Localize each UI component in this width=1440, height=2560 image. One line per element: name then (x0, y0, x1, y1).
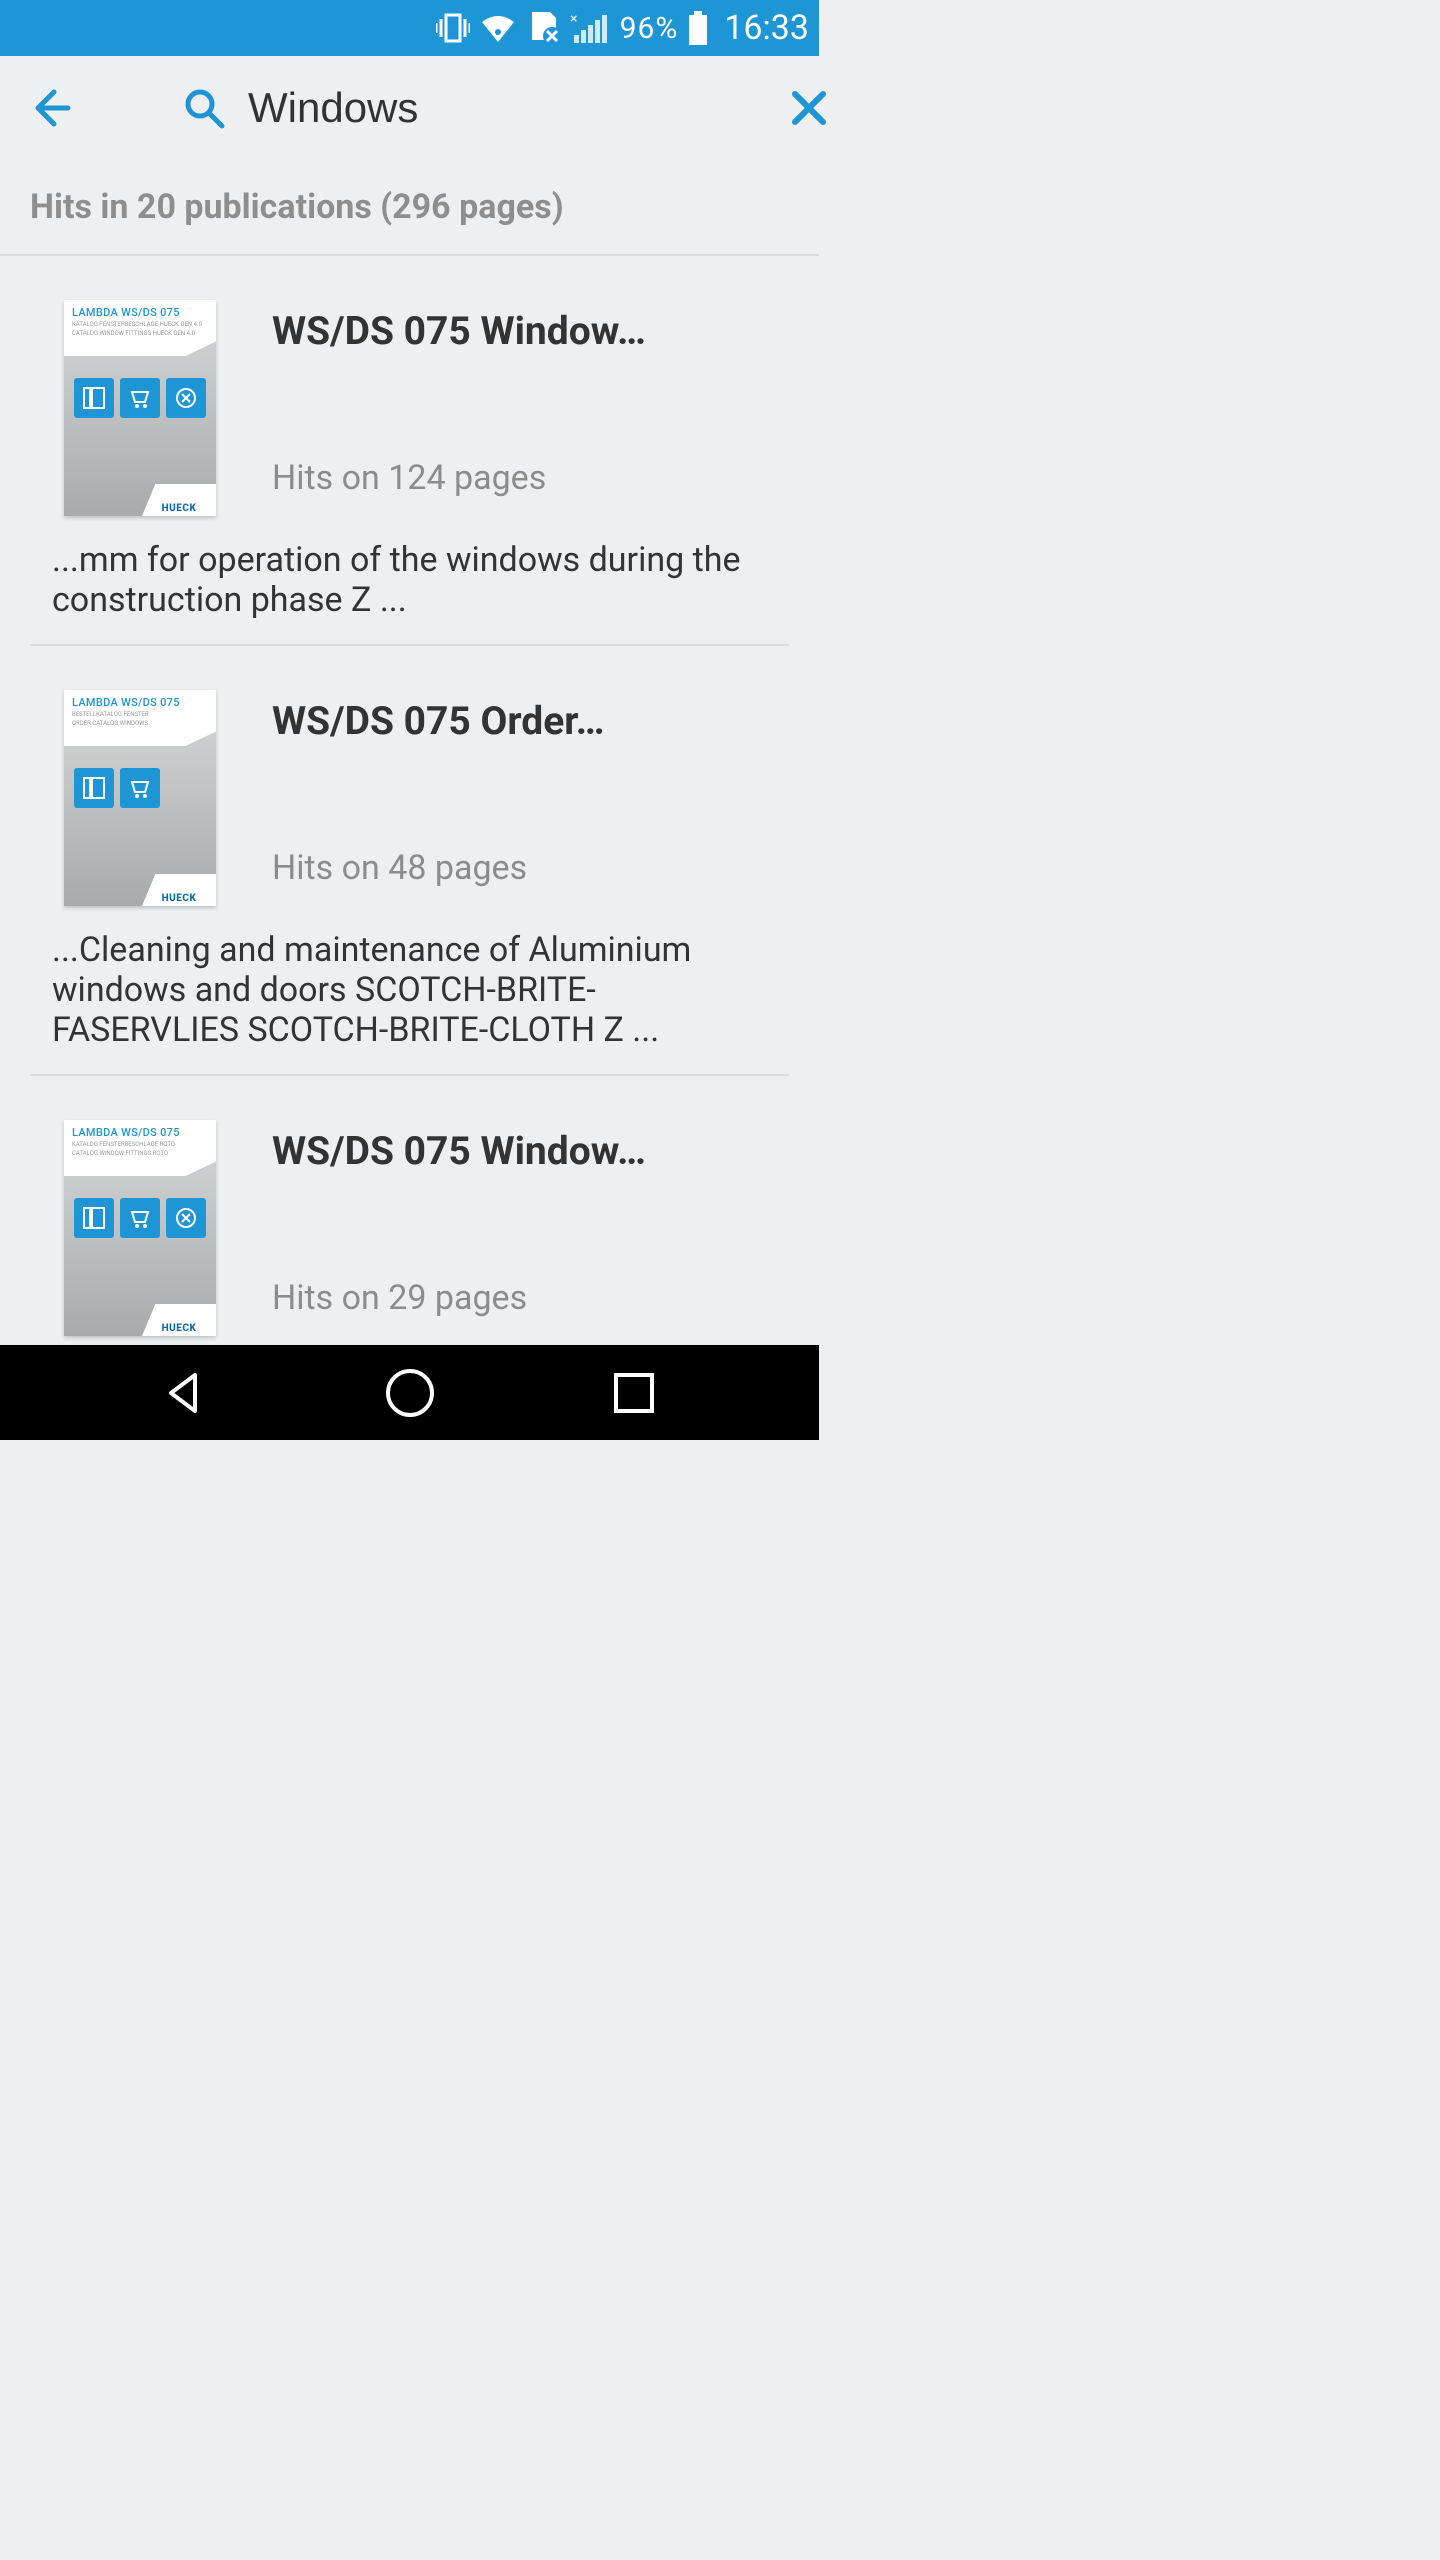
result-thumbnail: LAMBDA WS/DS 075 KATALOG FENSTERBESCHLÄG… (64, 300, 216, 516)
thumb-fitting-icon (166, 378, 206, 418)
thumb-subtitle: ORDER CATALOG WINDOWS (72, 720, 208, 727)
thumb-cart-icon (120, 768, 160, 808)
hits-summary: Hits in 20 publications (296 pages) (0, 160, 819, 256)
thumb-window-icon (74, 1198, 114, 1238)
thumb-subtitle: BESTELLKATALOG FENSTER (72, 711, 208, 718)
result-hits: Hits on 124 pages (272, 458, 789, 498)
back-button[interactable] (28, 80, 72, 136)
status-bar: × 96% 16:33 (0, 0, 819, 56)
results-list[interactable]: LAMBDA WS/DS 075 KATALOG FENSTERBESCHLÄG… (0, 256, 819, 1345)
result-title: WS/DS 075 Window… (272, 308, 789, 354)
thumb-window-icon (74, 378, 114, 418)
result-item[interactable]: LAMBDA WS/DS 075 KATALOG FENSTERBESCHLÄG… (0, 1076, 819, 1336)
vibrate-icon (436, 13, 470, 43)
thumb-window-icon (74, 768, 114, 808)
battery-icon (688, 11, 708, 45)
thumb-cart-icon (120, 378, 160, 418)
nav-back-button[interactable] (145, 1353, 225, 1433)
svg-text:×: × (570, 13, 577, 27)
thumb-title: LAMBDA WS/DS 075 (72, 696, 208, 709)
thumb-subtitle: KATALOG FENSTERBESCHLÄGE ROTO (72, 1141, 208, 1148)
brand-label: HUECK (162, 1323, 197, 1334)
result-item[interactable]: LAMBDA WS/DS 075 KATALOG FENSTERBESCHLÄG… (0, 256, 819, 644)
nav-home-button[interactable] (370, 1353, 450, 1433)
result-item[interactable]: LAMBDA WS/DS 075 BESTELLKATALOG FENSTER … (0, 646, 819, 1074)
result-title: WS/DS 075 Order… (272, 698, 789, 744)
status-time: 16:33 (724, 8, 809, 48)
battery-percent: 96% (620, 11, 679, 46)
thumb-cart-icon (120, 1198, 160, 1238)
result-hits: Hits on 29 pages (272, 1278, 789, 1318)
nav-recent-button[interactable] (594, 1353, 674, 1433)
wifi-icon (480, 14, 516, 42)
result-snippet: ...mm for operation of the windows durin… (30, 540, 789, 620)
search-input[interactable] (226, 84, 789, 132)
result-snippet: ...Cleaning and maintenance of Aluminium… (30, 930, 789, 1050)
thumb-subtitle: CATALOG WINDOW FITTINGS ROTO (72, 1150, 208, 1157)
thumb-title: LAMBDA WS/DS 075 (72, 306, 208, 319)
result-title: WS/DS 075 Window… (272, 1128, 789, 1174)
result-thumbnail: LAMBDA WS/DS 075 KATALOG FENSTERBESCHLÄG… (64, 1120, 216, 1336)
thumb-title: LAMBDA WS/DS 075 (72, 1126, 208, 1139)
result-hits: Hits on 48 pages (272, 848, 789, 888)
status-icons: × 96% 16:33 (436, 8, 809, 48)
thumb-subtitle: CATALOG WINDOW FITTINGS HUECK GEN 4.0 (72, 330, 208, 337)
brand-label: HUECK (162, 503, 197, 514)
thumb-fitting-icon (166, 1198, 206, 1238)
brand-label: HUECK (162, 893, 197, 904)
clear-search-button[interactable] (789, 80, 829, 136)
result-thumbnail: LAMBDA WS/DS 075 BESTELLKATALOG FENSTER … (64, 690, 216, 906)
thumb-subtitle: KATALOG FENSTERBESCHLÄGE HUECK GEN 4.0 (72, 321, 208, 328)
android-nav-bar (0, 1345, 819, 1440)
sim-error-icon (526, 12, 560, 44)
search-icon (182, 80, 226, 136)
signal-icon: × (570, 13, 610, 43)
app-bar (0, 56, 819, 160)
